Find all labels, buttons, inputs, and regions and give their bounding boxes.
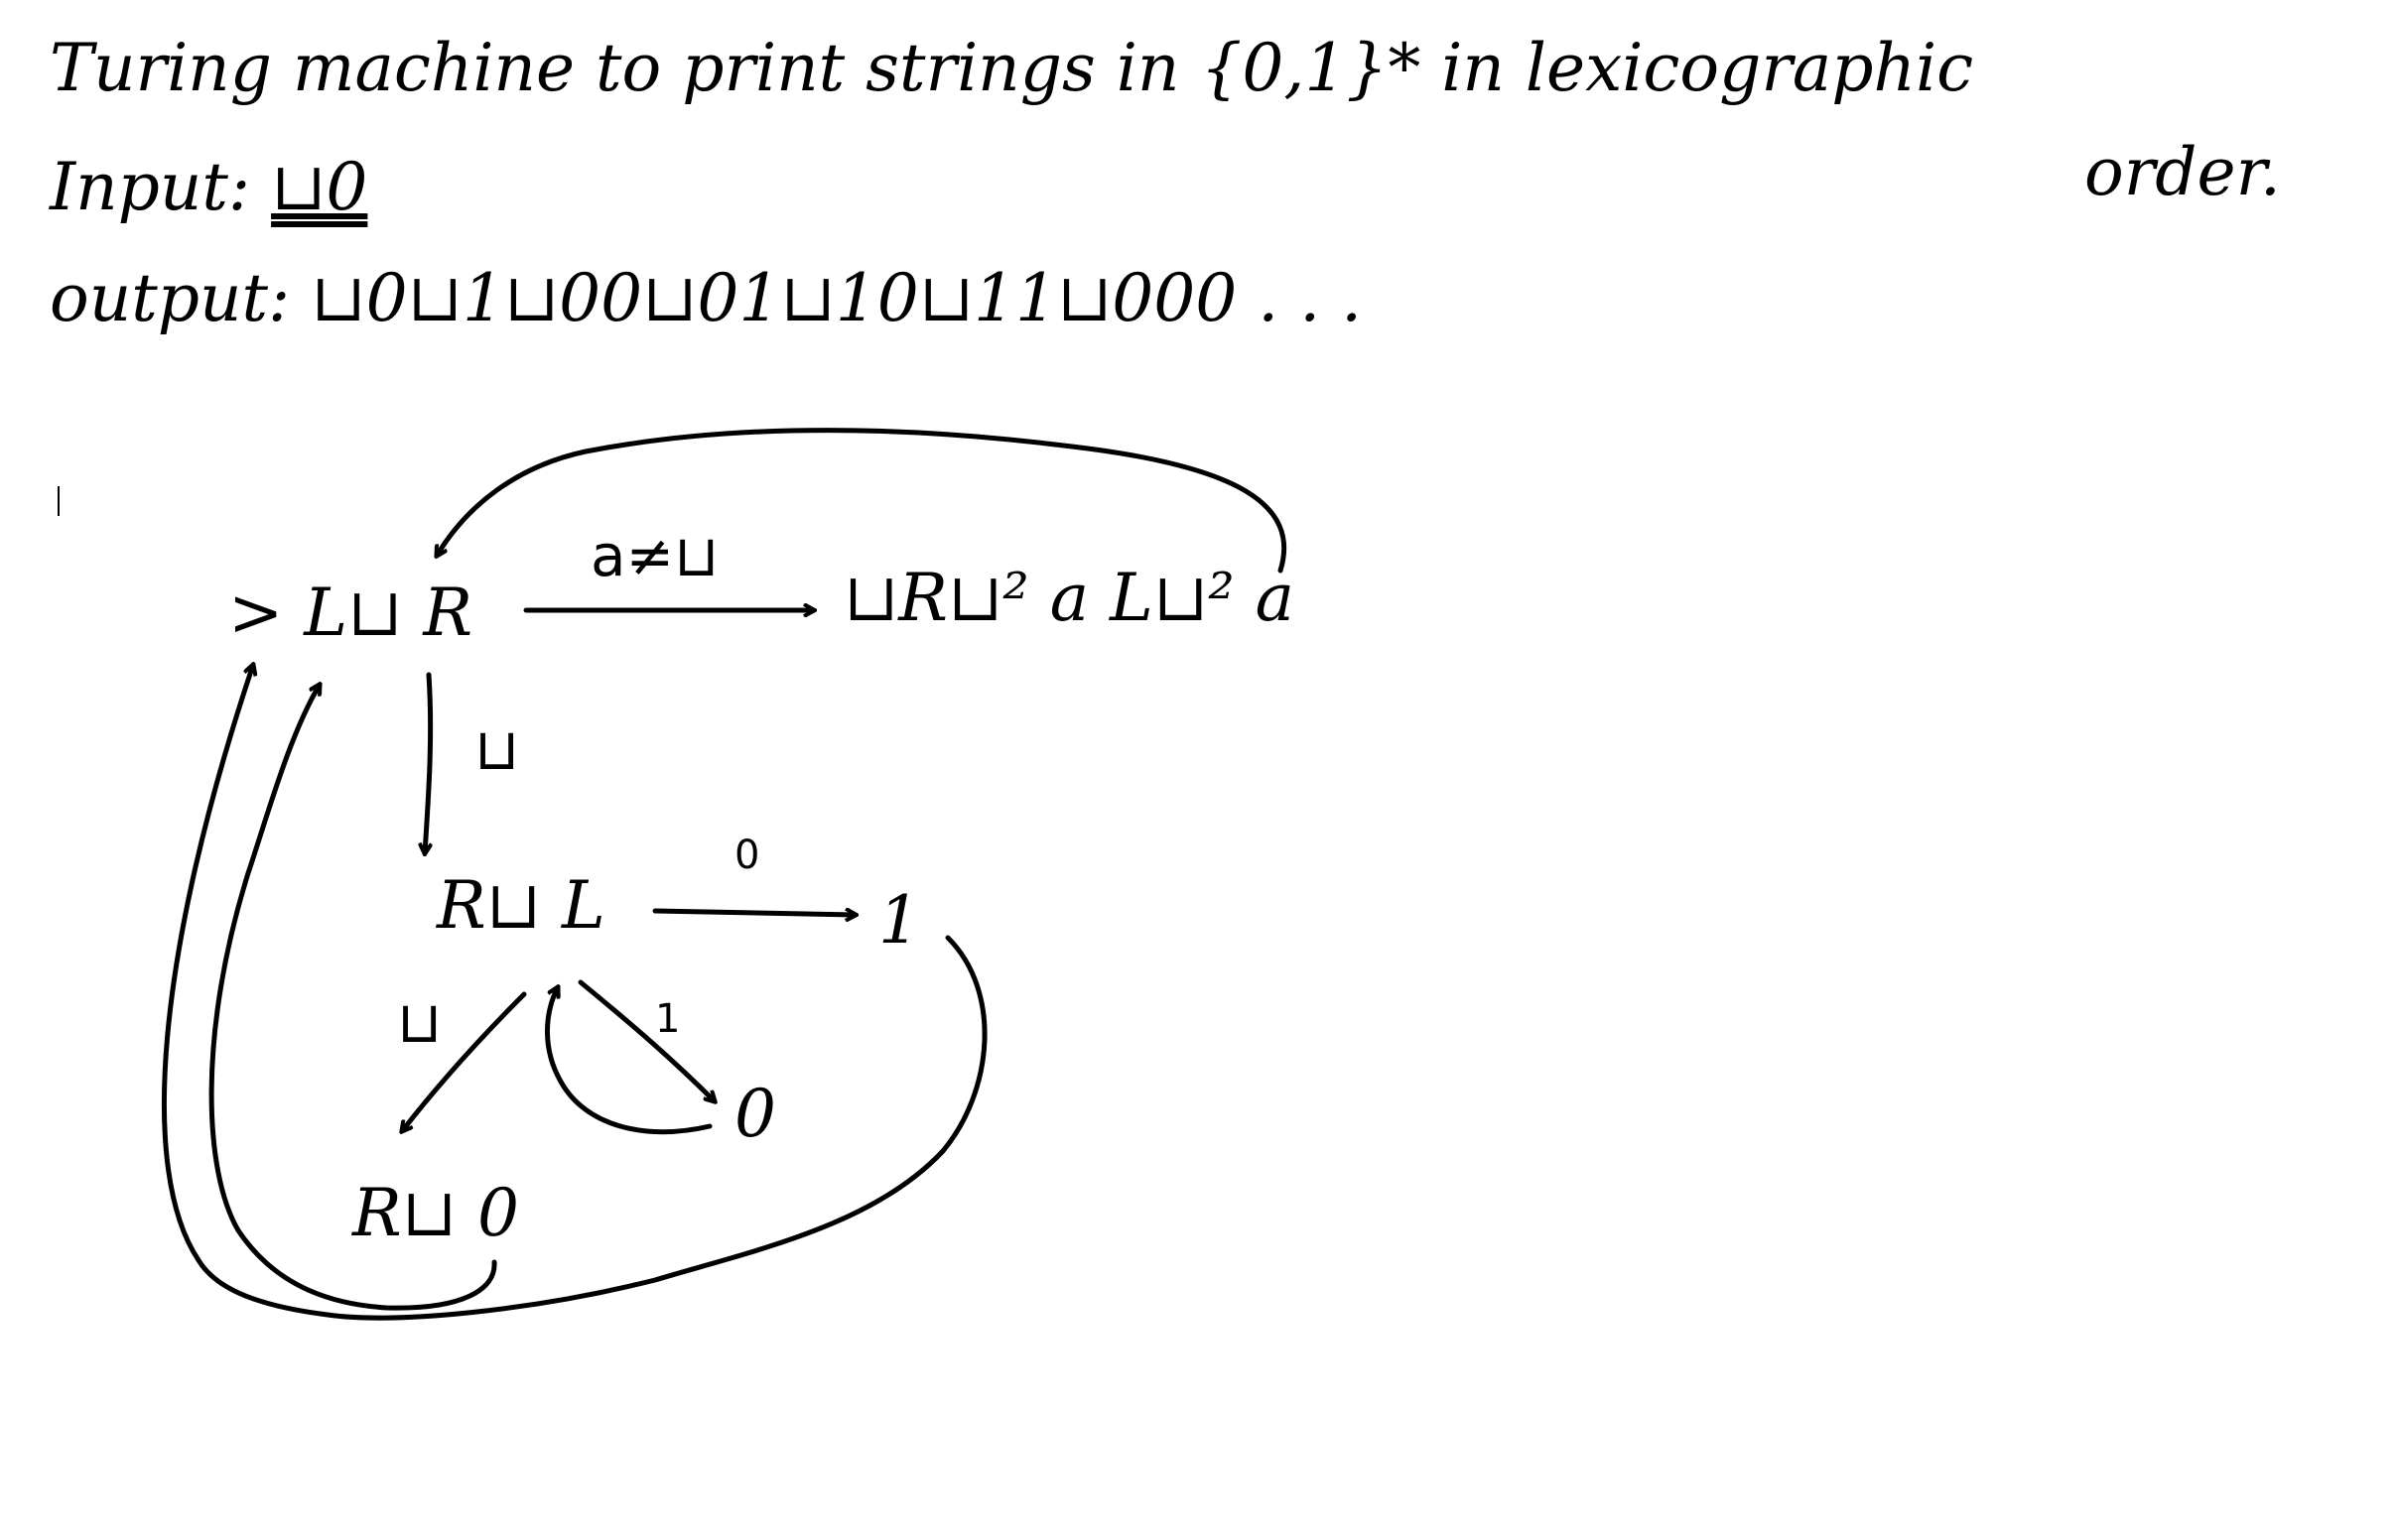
node-right-left: R⊔ L (436, 867, 605, 944)
whiteboard-page: Turing machine to print strings in {0,1}… (0, 0, 2398, 1540)
edge-right-left-to-one (652, 911, 856, 915)
edge-label-zero: 0 (734, 833, 759, 878)
node-zero: 0 (734, 1076, 776, 1152)
edge-label-one: 1 (655, 996, 680, 1042)
edge-label-a-neq-blank: a≠⊔ (591, 522, 719, 589)
state-diagram: > L⊔ R ⊔R⊔² a L⊔² a R⊔ L 1 0 R⊔ 0 a≠⊔ ⊔ … (161, 428, 1294, 1321)
node-write: ⊔R⊔² a L⊔² a (844, 560, 1294, 636)
edge-label-blank-down: ⊔ (474, 715, 519, 783)
edge-zero-back-to-right-left (545, 987, 713, 1135)
node-bottom: R⊔ 0 (351, 1175, 519, 1251)
edge-right-left-to-zero (578, 979, 715, 1101)
edge-write-back-to-start (437, 428, 1287, 574)
edge-label-blank-left: ⊔ (397, 988, 442, 1056)
edge-one-back-to-start (161, 665, 988, 1321)
node-one: 1 (878, 882, 920, 959)
edge-start-to-right-left (425, 672, 434, 853)
node-start: > L⊔ R (228, 575, 472, 651)
